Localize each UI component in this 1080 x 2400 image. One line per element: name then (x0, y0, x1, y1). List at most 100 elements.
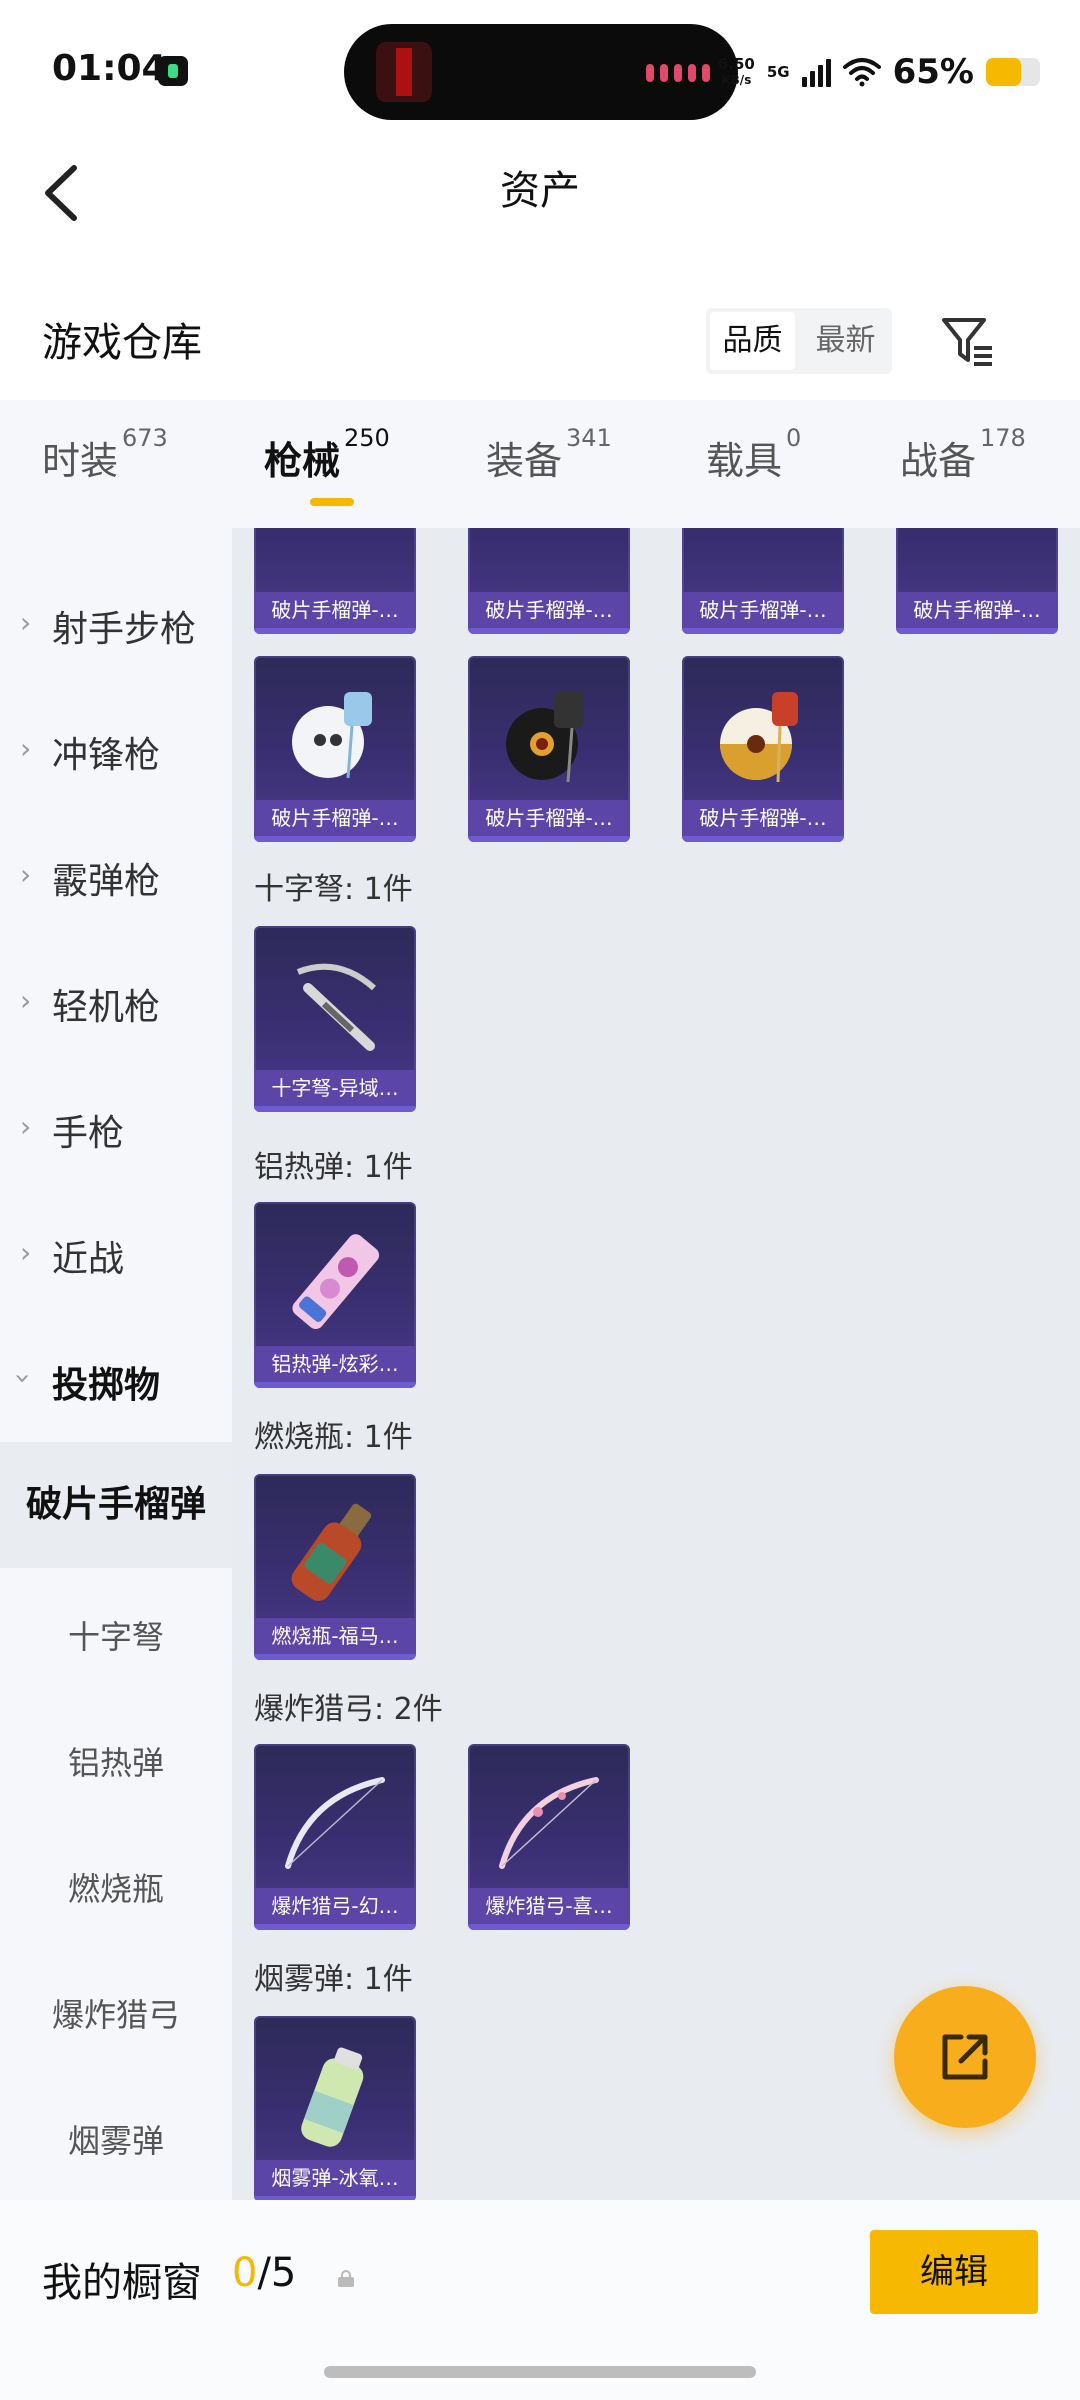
home-indicator[interactable] (324, 2366, 756, 2378)
sidebar-item-label: 手枪 (52, 1113, 125, 1154)
item-card[interactable]: 爆炸猎弓-喜… (468, 1744, 630, 1930)
group-title: 燃烧瓶: 1件 (254, 1420, 413, 1455)
sidebar-item-label: 霰弹枪 (52, 861, 161, 902)
item-card[interactable]: 破片手榴弹-… (254, 528, 416, 634)
group-title: 铝热弹: 1件 (254, 1150, 413, 1185)
sidebar-subitem-molotov[interactable]: 燃烧瓶 (0, 1864, 232, 1910)
showcase-current: 0 (232, 2250, 258, 2296)
tab-label: 载具 (706, 439, 783, 483)
share-button[interactable] (894, 1986, 1036, 2128)
top-app-bar: 资产 (0, 140, 1080, 250)
share-icon (942, 2034, 988, 2080)
music-app-icon (158, 56, 188, 86)
tab-fashion[interactable]: 时装673 (42, 424, 168, 485)
group-title: 爆炸猎弓: 2件 (254, 1692, 443, 1727)
crossbow-icon (296, 963, 376, 1051)
item-card[interactable]: 铝热弹-炫彩… (254, 1202, 416, 1388)
sidebar-subitem-explosive-bow[interactable]: 爆炸猎弓 (0, 1990, 232, 2036)
thermite-icon (292, 1234, 380, 1330)
item-grid: 破片手榴弹-… 破片手榴弹-… 破片手榴弹-… 破片手榴弹-… 破片手榴弹-… … (232, 528, 1080, 2200)
net-speed-unit: KB/s (721, 73, 752, 87)
sort-toggle: 品质 最新 (706, 308, 892, 374)
item-card[interactable]: 破片手榴弹-… (468, 656, 630, 842)
tab-gear[interactable]: 战备178 (900, 424, 1026, 485)
chevron-right-icon: › (20, 1236, 32, 1269)
molotov-icon (291, 1503, 372, 1601)
lock-icon (338, 2270, 354, 2287)
tab-count: 178 (980, 424, 1026, 452)
cellular-signal-icon (801, 57, 831, 87)
edit-button[interactable]: 编辑 (870, 2230, 1038, 2314)
item-card[interactable]: 燃烧瓶-福马… (254, 1474, 416, 1660)
chevron-down-icon: › (7, 1372, 41, 1385)
sidebar-subitem-thermite[interactable]: 铝热弹 (0, 1738, 232, 1784)
chevron-right-icon: › (20, 1110, 32, 1143)
sort-newest-button[interactable]: 最新 (803, 312, 888, 370)
wifi-icon (842, 58, 881, 87)
sort-quality-button[interactable]: 品质 (710, 312, 795, 370)
item-card[interactable]: 破片手榴弹-… (468, 528, 630, 634)
filter-icon[interactable] (938, 312, 998, 372)
item-card[interactable]: 爆炸猎弓-幻… (254, 1744, 416, 1930)
grenade-icon (292, 692, 372, 779)
sidebar-subitem-crossbow[interactable]: 十字弩 (0, 1612, 232, 1658)
network-type: 5G (767, 64, 790, 80)
tab-vehicles[interactable]: 载具0 (706, 424, 801, 485)
item-card[interactable]: 十字弩-异域… (254, 926, 416, 1112)
network-speed: 6.50 KB/s (718, 56, 755, 88)
showcase-count: 0/5 (232, 2250, 296, 2296)
item-name: 爆炸猎弓-喜… (468, 1888, 630, 1924)
group-title: 十字弩: 1件 (254, 872, 413, 907)
item-name: 破片手榴弹-… (468, 592, 630, 628)
sidebar-subitem-frag-grenade[interactable]: 破片手榴弹 (0, 1442, 232, 1568)
chevron-right-icon: › (20, 606, 32, 639)
tab-label: 装备 (486, 439, 563, 483)
media-thumbnail (376, 42, 432, 102)
sidebar-item-label: 近战 (52, 1239, 125, 1280)
sidebar-item-label: 射手步枪 (52, 609, 197, 650)
smoke-grenade-icon (301, 2047, 364, 2147)
tab-count: 0 (786, 424, 802, 452)
showcase-total: /5 (257, 2250, 297, 2296)
warehouse-header: 游戏仓库 品质 最新 (0, 290, 1080, 400)
tab-label: 时装 (42, 439, 119, 483)
sidebar-item-label: 轻机枪 (52, 987, 161, 1028)
grenade-icon (720, 692, 798, 783)
item-name: 破片手榴弹-… (896, 592, 1058, 628)
item-card[interactable]: 破片手榴弹-… (254, 656, 416, 842)
tab-label: 战备 (900, 439, 977, 483)
status-bar: 01:04 6.50 KB/s 5G 65% (0, 0, 1080, 140)
item-name: 燃烧瓶-福马… (254, 1618, 416, 1654)
battery-icon (986, 58, 1040, 86)
tab-count: 250 (344, 424, 390, 452)
sidebar-subitem-smoke-grenade[interactable]: 烟雾弹 (0, 2116, 232, 2162)
dynamic-island[interactable] (344, 24, 738, 120)
item-card[interactable]: 破片手榴弹-… (682, 528, 844, 634)
bow-icon (285, 1777, 385, 1869)
item-name: 爆炸猎弓-幻… (254, 1888, 416, 1924)
item-name: 十字弩-异域… (254, 1070, 416, 1106)
active-tab-indicator (310, 498, 354, 506)
item-name: 破片手榴弹-… (682, 592, 844, 628)
chevron-right-icon: › (20, 984, 32, 1017)
chevron-right-icon: › (20, 858, 32, 891)
grenade-icon (506, 692, 584, 783)
item-name: 破片手榴弹-… (254, 800, 416, 836)
section-title: 游戏仓库 (42, 320, 202, 366)
sidebar-item-label: 投掷物 (52, 1365, 161, 1406)
item-card[interactable]: 破片手榴弹-… (682, 656, 844, 842)
category-sidebar: › 射手步枪 › 冲锋枪 › 霰弹枪 › 轻机枪 › 手枪 › 近战 › 投掷物… (0, 528, 232, 2200)
showcase-label: 我的橱窗 (42, 2260, 202, 2306)
tab-equipment[interactable]: 装备341 (486, 424, 612, 485)
item-card[interactable]: 破片手榴弹-… (896, 528, 1058, 634)
page-title: 资产 (500, 168, 580, 214)
bow-icon (499, 1777, 599, 1869)
tab-guns[interactable]: 枪械250 (264, 424, 390, 485)
item-name: 破片手榴弹-… (682, 800, 844, 836)
item-card[interactable]: 烟雾弹-冰氧… (254, 2016, 416, 2200)
tab-count: 673 (122, 424, 168, 452)
tab-label: 枪械 (264, 439, 341, 483)
status-time: 01:04 (52, 48, 167, 89)
item-name: 铝热弹-炫彩… (254, 1346, 416, 1382)
group-title: 烟雾弹: 1件 (254, 1962, 413, 1997)
